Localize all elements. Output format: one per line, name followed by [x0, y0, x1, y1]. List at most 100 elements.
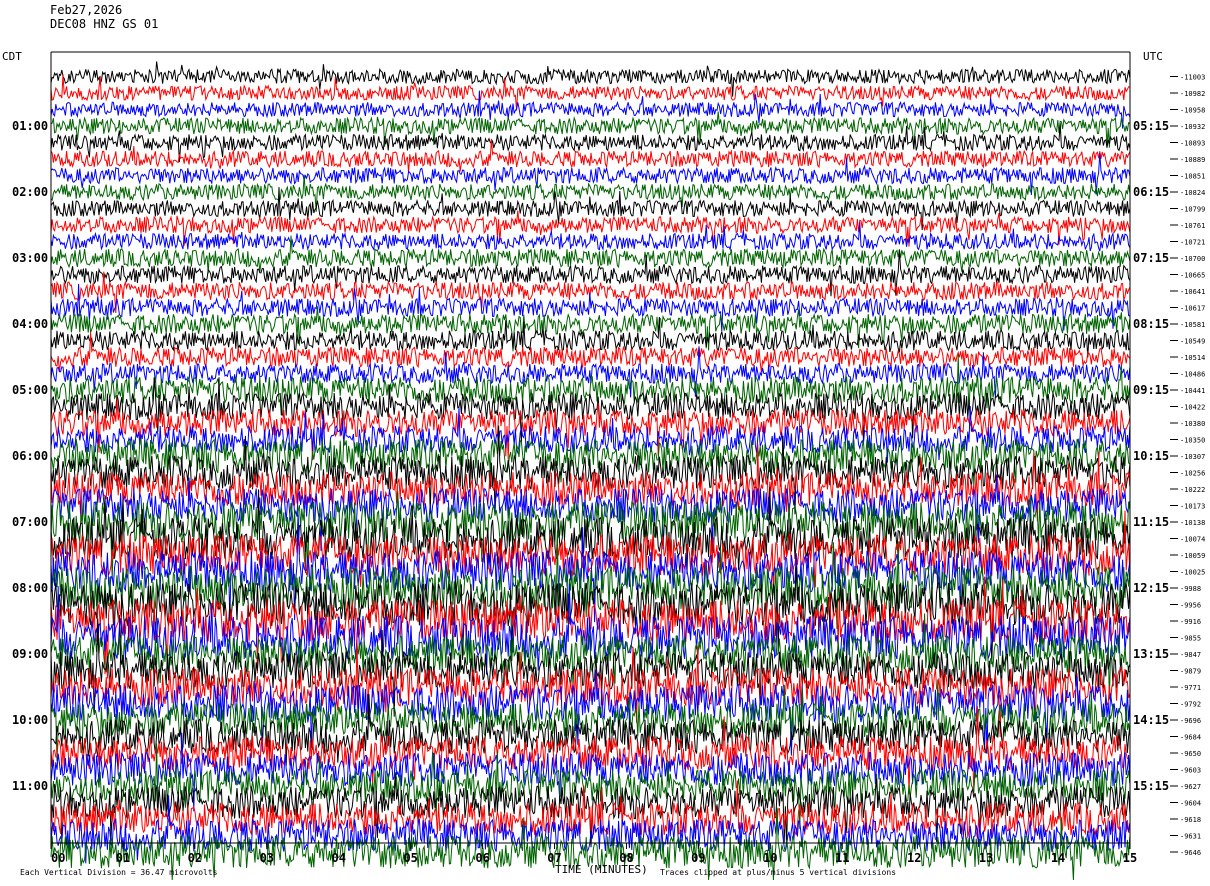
trace-value-label: -10889 — [1180, 156, 1205, 164]
seismic-trace — [50, 138, 1131, 173]
seismic-trace — [50, 444, 1131, 522]
left-time-label: 04:00 — [12, 317, 48, 331]
trace-value-label: -9650 — [1180, 750, 1201, 758]
left-time-labels: 01:00 02:00 03:00 04:00 05:00 06:00 07:00 08:00… — [12, 119, 48, 793]
trace-value-label: -10138 — [1180, 519, 1205, 527]
right-time-label: 10:15 — [1133, 449, 1169, 463]
seismic-trace — [50, 354, 1131, 416]
trace-value-label: -9627 — [1180, 783, 1201, 791]
trace-value-label: -9988 — [1180, 585, 1201, 593]
x-tick-label: 11 — [835, 851, 849, 865]
left-time-label: 09:00 — [12, 647, 48, 661]
x-tick-label: 05 — [403, 851, 417, 865]
trace-value-label: -9603 — [1180, 767, 1201, 775]
trace-value-label: -10380 — [1180, 420, 1205, 428]
trace-value-label: -10761 — [1180, 222, 1205, 230]
trace-value-label: -9847 — [1180, 651, 1201, 659]
trace-value-label: -10549 — [1180, 338, 1205, 346]
trace-value-label: -9879 — [1180, 668, 1201, 676]
clip-note: Traces clipped at plus/minus 5 vertical … — [660, 868, 897, 877]
left-time-label: 02:00 — [12, 185, 48, 199]
trace-value-label: -10721 — [1180, 239, 1205, 247]
trace-value-label: -10893 — [1180, 140, 1205, 148]
right-time-label: 14:15 — [1133, 713, 1169, 727]
trace-value-label: -10958 — [1180, 107, 1205, 115]
x-tick-label: 06 — [475, 851, 489, 865]
trace-value-label: -10350 — [1180, 437, 1205, 445]
x-tick-label: 02 — [188, 851, 202, 865]
trace-value-label: -9618 — [1180, 816, 1201, 824]
left-time-label: 10:00 — [12, 713, 48, 727]
x-tick-label: 13 — [979, 851, 993, 865]
trace-value-label: -9646 — [1180, 849, 1201, 857]
trace-value-label: -10581 — [1180, 321, 1205, 329]
trace-value-label: -10851 — [1180, 173, 1205, 181]
trace-value-label: -10486 — [1180, 371, 1205, 379]
trace-value-label: -9916 — [1180, 618, 1201, 626]
right-time-label: 12:15 — [1133, 581, 1169, 595]
right-time-label: 15:15 — [1133, 779, 1169, 793]
x-tick-label: 10 — [763, 851, 777, 865]
left-time-label: 06:00 — [12, 449, 48, 463]
x-tick-label: 12 — [907, 851, 921, 865]
right-time-label: 09:15 — [1133, 383, 1169, 397]
right-time-label: 07:15 — [1133, 251, 1169, 265]
left-time-label: 03:00 — [12, 251, 48, 265]
x-tick-label: 04 — [332, 851, 346, 865]
x-tick-label: 03 — [260, 851, 274, 865]
trace-value-label: -10441 — [1180, 387, 1205, 395]
trace-value-label: -10617 — [1180, 305, 1205, 313]
trace-value-label: -10641 — [1180, 288, 1205, 296]
trace-value-label: -10173 — [1180, 503, 1205, 511]
seismogram-plot: 00 01 02 03 04 05 06 07 08 09 10 11 12 13 14 15 01:0002… — [12, 51, 1205, 881]
trace-group — [50, 61, 1131, 881]
trace-value-label: -10514 — [1180, 354, 1205, 362]
left-time-label: 01:00 — [12, 119, 48, 133]
trace-value-label: -9792 — [1180, 701, 1201, 709]
trace-value-label: -9684 — [1180, 734, 1201, 742]
trace-value-label: -9855 — [1180, 635, 1201, 643]
trace-value-label: -10665 — [1180, 272, 1205, 280]
x-tick-label: 00 — [51, 851, 65, 865]
right-axis-title: UTC — [1143, 50, 1163, 63]
trace-value-label: -9696 — [1180, 717, 1201, 725]
trace-value-label: -10799 — [1180, 206, 1205, 214]
date-label: Feb27,2026 — [50, 3, 123, 17]
x-tick-label: 09 — [691, 851, 705, 865]
trace-value-label: -10222 — [1180, 486, 1205, 494]
trace-value-label: -9956 — [1180, 602, 1201, 610]
right-time-labels: 05:15 06:15 07:15 08:15 09:15 10:15 11:15 12:15… — [1133, 119, 1169, 793]
left-axis-title: CDT — [2, 50, 22, 63]
x-tick-label: 15 — [1123, 851, 1137, 865]
x-tick-label: 14 — [1051, 851, 1065, 865]
trace-value-label: -10307 — [1180, 453, 1205, 461]
right-time-label: 08:15 — [1133, 317, 1169, 331]
trace-value-label: -10932 — [1180, 123, 1205, 131]
trace-value-label: -10256 — [1180, 470, 1205, 478]
right-value-labels: -11003 -10982 -10958 -10932 -10893 -10889 -108… — [1170, 74, 1205, 857]
trace-value-label: -10422 — [1180, 404, 1205, 412]
left-time-label: 11:00 — [12, 779, 48, 793]
trace-value-label: -10824 — [1180, 189, 1205, 197]
left-time-label: 08:00 — [12, 581, 48, 595]
trace-value-label: -10074 — [1180, 536, 1205, 544]
trace-value-label: -10059 — [1180, 552, 1205, 560]
left-time-label: 07:00 — [12, 515, 48, 529]
trace-value-label: -10025 — [1180, 569, 1205, 577]
trace-value-label: -9604 — [1180, 800, 1201, 808]
right-time-label: 11:15 — [1133, 515, 1169, 529]
right-time-label: 06:15 — [1133, 185, 1169, 199]
trace-value-label: -9771 — [1180, 684, 1201, 692]
right-time-label: 05:15 — [1133, 119, 1169, 133]
x-tick-label: 01 — [116, 851, 130, 865]
trace-value-label: -11003 — [1180, 74, 1205, 82]
trace-value-label: -9631 — [1180, 833, 1201, 841]
seismic-trace — [50, 306, 1131, 352]
vertical-division-note: Each Vertical Division = 36.47 microvolt… — [20, 868, 218, 877]
right-time-label: 13:15 — [1133, 647, 1169, 661]
station-label: DEC08 HNZ GS 01 — [50, 17, 159, 31]
x-axis-label: TIME (MINUTES) — [555, 863, 648, 876]
trace-value-label: -10700 — [1180, 255, 1205, 263]
left-time-label: 05:00 — [12, 383, 48, 397]
trace-value-label: -10982 — [1180, 90, 1205, 98]
